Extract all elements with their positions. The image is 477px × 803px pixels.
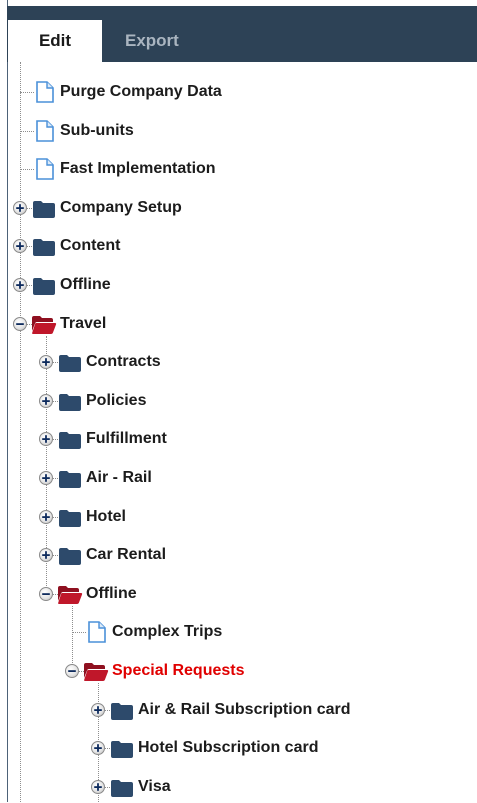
collapse-icon[interactable]: [65, 664, 79, 678]
tree-item-label: Hotel: [86, 507, 126, 525]
tree-item-label: Sub-units: [60, 121, 134, 139]
folder-open-icon: [57, 585, 83, 610]
document-icon: [34, 158, 56, 185]
expand-icon[interactable]: [39, 432, 53, 447]
tree-item-label: Special Requests: [112, 662, 245, 679]
tree-item[interactable]: Hotel: [0, 504, 477, 530]
tree-item[interactable]: Hotel Subscription card: [0, 735, 477, 761]
tree-item[interactable]: Travel: [0, 311, 477, 337]
tree-item[interactable]: Complex Trips: [0, 619, 477, 645]
tree-item-label: Content: [60, 237, 121, 255]
tree-item-label: Offline: [60, 276, 111, 293]
tree-item[interactable]: Contracts: [0, 349, 477, 375]
collapse-icon[interactable]: [39, 586, 53, 601]
tree-item-label: Travel: [60, 314, 107, 332]
expand-icon[interactable]: [39, 509, 53, 524]
folder-icon: [58, 469, 82, 494]
tree-item[interactable]: Visa: [0, 774, 477, 800]
folder-icon: [32, 276, 56, 301]
expand-icon[interactable]: [39, 548, 53, 563]
tree-item-label: Visa: [138, 777, 171, 795]
folder-open-icon: [83, 662, 109, 687]
tree-item-label: Air - Rail: [86, 469, 152, 486]
tree-item[interactable]: Sub-units: [0, 118, 477, 144]
tree-item[interactable]: Offline: [0, 581, 477, 607]
expand-icon[interactable]: [91, 741, 105, 756]
tree-item-label: Hotel Subscription card: [138, 739, 319, 757]
tree-item-label: Purge Company Data: [60, 83, 222, 100]
tree-item-label: Air & Rail Subscription card: [138, 700, 351, 718]
tree-item[interactable]: Air - Rail: [0, 465, 477, 491]
folder-icon: [32, 237, 56, 262]
folder-icon: [110, 778, 134, 803]
expand-icon[interactable]: [39, 355, 53, 370]
tree-item[interactable]: Policies: [0, 388, 477, 414]
collapse-icon[interactable]: [13, 316, 27, 331]
folder-icon: [58, 392, 82, 417]
folder-icon: [58, 430, 82, 455]
tree-item[interactable]: Company Setup: [0, 195, 477, 221]
folder-icon: [32, 199, 56, 224]
tree-item[interactable]: Purge Company Data: [0, 79, 477, 105]
folder-icon: [110, 739, 134, 764]
document-icon: [86, 621, 108, 648]
tree-item-label: Fast Implementation: [60, 160, 216, 178]
tree-item-label: Fulfillment: [86, 430, 167, 448]
folder-open-icon: [31, 315, 57, 340]
folder-icon: [58, 508, 82, 533]
folder-icon: [110, 701, 134, 726]
tree-item[interactable]: Content: [0, 233, 477, 259]
tree-item[interactable]: Special Requests: [0, 658, 477, 684]
folder-icon: [58, 546, 82, 571]
expand-icon[interactable]: [39, 471, 53, 485]
tree-item-label: Policies: [86, 391, 147, 409]
tree-item-label: Contracts: [86, 353, 161, 371]
tree-item[interactable]: Offline: [0, 272, 477, 298]
tree-item-label: Car Rental: [86, 546, 167, 564]
tree-item-label: Company Setup: [60, 198, 182, 216]
tree-item[interactable]: Fast Implementation: [0, 156, 477, 182]
tab-edit[interactable]: Edit: [8, 20, 102, 62]
expand-icon[interactable]: [91, 702, 105, 717]
tab-bar: Edit Export: [7, 6, 477, 62]
tree-item[interactable]: Fulfillment: [0, 426, 477, 452]
document-icon: [34, 119, 56, 147]
tree-item[interactable]: Air & Rail Subscription card: [0, 697, 477, 723]
tree-item-label: Offline: [86, 584, 137, 602]
tree-item-label: Complex Trips: [112, 623, 223, 641]
folder-icon: [58, 353, 82, 378]
document-icon: [34, 81, 56, 108]
expand-icon[interactable]: [39, 393, 53, 408]
tree-view: Purge Company Data Sub-units Fast Implem…: [0, 62, 477, 802]
expand-icon[interactable]: [91, 779, 105, 794]
tree-item[interactable]: Car Rental: [0, 542, 477, 568]
tab-export[interactable]: Export: [125, 20, 179, 62]
expand-icon[interactable]: [13, 239, 27, 254]
expand-icon[interactable]: [13, 200, 27, 215]
expand-icon[interactable]: [13, 278, 27, 292]
